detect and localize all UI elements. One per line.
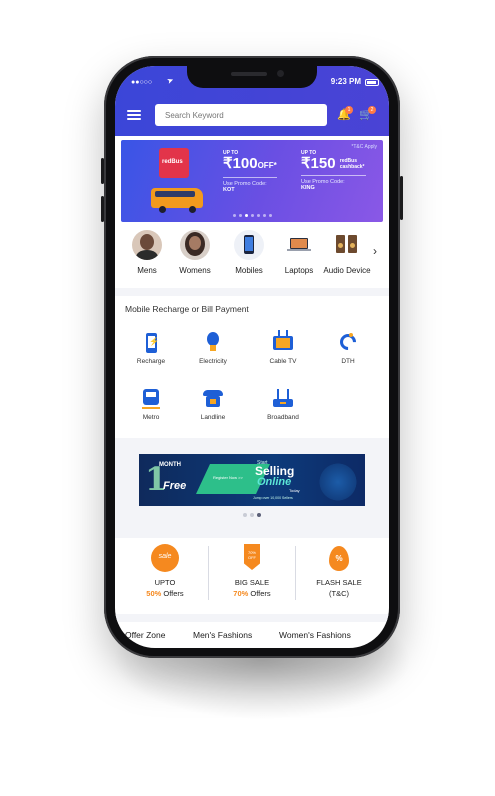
bus-wheel	[159, 206, 166, 213]
category-mens[interactable]: Mens	[121, 230, 173, 275]
bulb-icon	[200, 330, 226, 356]
recharge-item-electricity[interactable]: Electricity	[183, 330, 243, 365]
bus-wheel	[189, 206, 196, 213]
offer-2-amount: ₹150 redBus cashback*	[301, 155, 365, 172]
recharge-label: Recharge	[136, 358, 166, 365]
section-divider	[115, 288, 389, 296]
recharge-item-dth[interactable]: DTH	[318, 330, 378, 365]
recharge-label: Electricity	[199, 358, 227, 365]
phone-screen: ●●○○○ ➤ 9:23 PM 🔔 1 🛒 2 *T&C Apply UP TO…	[115, 66, 389, 648]
deal-title: BIG SALE	[234, 578, 270, 587]
offer-1-suffix: OFF*	[257, 161, 277, 170]
tab-offer-zone[interactable]: Offer Zone	[125, 630, 165, 640]
redbus-logo	[159, 148, 189, 178]
notification-badge: 1	[345, 106, 353, 114]
deal-flash-sale[interactable]: % FLASH SALE (T&C)	[295, 544, 383, 598]
chevron-right-icon[interactable]: ›	[373, 244, 377, 258]
category-label: Womens	[179, 266, 211, 275]
speaker-icon	[332, 230, 362, 260]
deal-subtitle: 50% Offers	[146, 589, 184, 598]
offer-1-code: KOT	[223, 187, 235, 193]
promo-online: Online	[257, 476, 292, 488]
category-strip: Mens Womens Mobiles Laptops Audio Device…	[115, 230, 389, 286]
cart-badge: 2	[368, 106, 376, 114]
category-label: Audio Device	[323, 266, 371, 275]
offer-2: UP TO ₹150 redBus cashback* Use Promo Co…	[301, 150, 366, 191]
hamburger-menu-icon[interactable]	[127, 110, 141, 120]
bus-illustration	[151, 188, 203, 208]
man-avatar-icon	[132, 230, 162, 260]
recharge-item-recharge[interactable]: ⚡ Recharge	[121, 330, 181, 365]
mobile-phone-icon	[234, 230, 264, 260]
category-audio-device[interactable]: Audio Device	[321, 230, 373, 275]
volume-up-button	[101, 158, 104, 184]
recharge-label: Metro	[142, 414, 160, 421]
recharge-item-broadband[interactable]: Broadband	[253, 386, 313, 421]
seller-promo-banner[interactable]: 1 MONTH Free Register Now >> Start Selli…	[139, 454, 365, 506]
deal-subtitle: (T&C)	[329, 589, 349, 598]
speaker	[231, 72, 267, 76]
router-icon	[270, 386, 296, 412]
shop-illustration	[315, 462, 361, 502]
tab-womens-fashions[interactable]: Women's Fashions	[279, 630, 351, 640]
offer-banner[interactable]: *T&C Apply UP TO ₹100OFF* Use Promo Code…	[121, 140, 383, 222]
discount-tag-icon: 70% OFF	[238, 544, 266, 572]
category-label: Mens	[137, 266, 157, 275]
signal-icon: ●●○○○	[131, 79, 153, 86]
category-label: Laptops	[284, 266, 314, 275]
phone-recharge-icon: ⚡	[138, 330, 164, 356]
promo-month: MONTH	[159, 462, 181, 468]
search-input[interactable]	[155, 104, 327, 126]
category-laptops[interactable]: Laptops	[273, 230, 325, 275]
status-time: 9:23 PM	[330, 77, 361, 86]
location-arrow-icon: ➤	[165, 75, 176, 86]
deal-subtitle: 70% Offers	[233, 589, 271, 598]
offer-2-code: KING	[301, 185, 315, 191]
telephone-icon	[200, 386, 226, 412]
battery-icon	[365, 79, 379, 86]
recharge-label: DTH	[341, 358, 355, 365]
promo-free: Free	[163, 480, 187, 492]
offer-1-code-label: Use Promo Code:	[223, 177, 277, 187]
woman-avatar-icon	[180, 230, 210, 260]
category-mobiles[interactable]: Mobiles	[223, 230, 275, 275]
category-label: Mobiles	[235, 266, 263, 275]
recharge-label: Cable TV	[269, 358, 297, 365]
offer-2-suffix: redBus cashback*	[339, 158, 365, 171]
camera	[277, 70, 284, 77]
bottom-category-tabs: Offer Zone Men's Fashions Women's Fashio…	[115, 628, 389, 648]
notch	[187, 66, 317, 88]
laptop-icon	[284, 230, 314, 260]
satellite-dish-icon	[335, 330, 361, 356]
deal-title: UPTO	[154, 578, 176, 587]
power-button	[400, 176, 403, 220]
category-womens[interactable]: Womens	[169, 230, 221, 275]
banner-pagination[interactable]	[233, 214, 272, 217]
offer-2-code-label: Use Promo Code:	[301, 175, 366, 185]
offer-1-amount: ₹100OFF*	[223, 155, 277, 172]
flame-percent-icon: %	[325, 544, 353, 572]
section-divider	[115, 614, 389, 622]
recharge-item-cable-tv[interactable]: Cable TV	[253, 330, 313, 365]
tab-mens-fashions[interactable]: Men's Fashions	[193, 630, 252, 640]
recharge-section-title: Mobile Recharge or Bill Payment	[125, 304, 249, 314]
promo-register-link[interactable]: Register Now >>	[213, 475, 243, 480]
recharge-label: Landline	[200, 414, 226, 421]
recharge-item-landline[interactable]: Landline	[183, 386, 243, 421]
train-icon	[138, 386, 164, 412]
deal-big-sale[interactable]: 70% OFF BIG SALE 70% Offers	[208, 544, 296, 598]
recharge-item-metro[interactable]: Metro	[121, 386, 181, 421]
offer-1: UP TO ₹100OFF* Use Promo Code: KOT	[223, 150, 277, 193]
deal-upto-50[interactable]: sale UPTO 50% Offers	[121, 544, 209, 598]
deal-title: FLASH SALE	[316, 578, 362, 587]
promo-pagination[interactable]	[243, 513, 261, 517]
tv-icon	[270, 330, 296, 356]
promo-join: Jump over 10,000 Sellers	[253, 496, 293, 500]
sale-badge-icon: sale	[151, 544, 179, 572]
volume-down-button	[101, 196, 104, 222]
recharge-label: Broadband	[267, 414, 299, 421]
promo-today: Today	[289, 488, 300, 493]
